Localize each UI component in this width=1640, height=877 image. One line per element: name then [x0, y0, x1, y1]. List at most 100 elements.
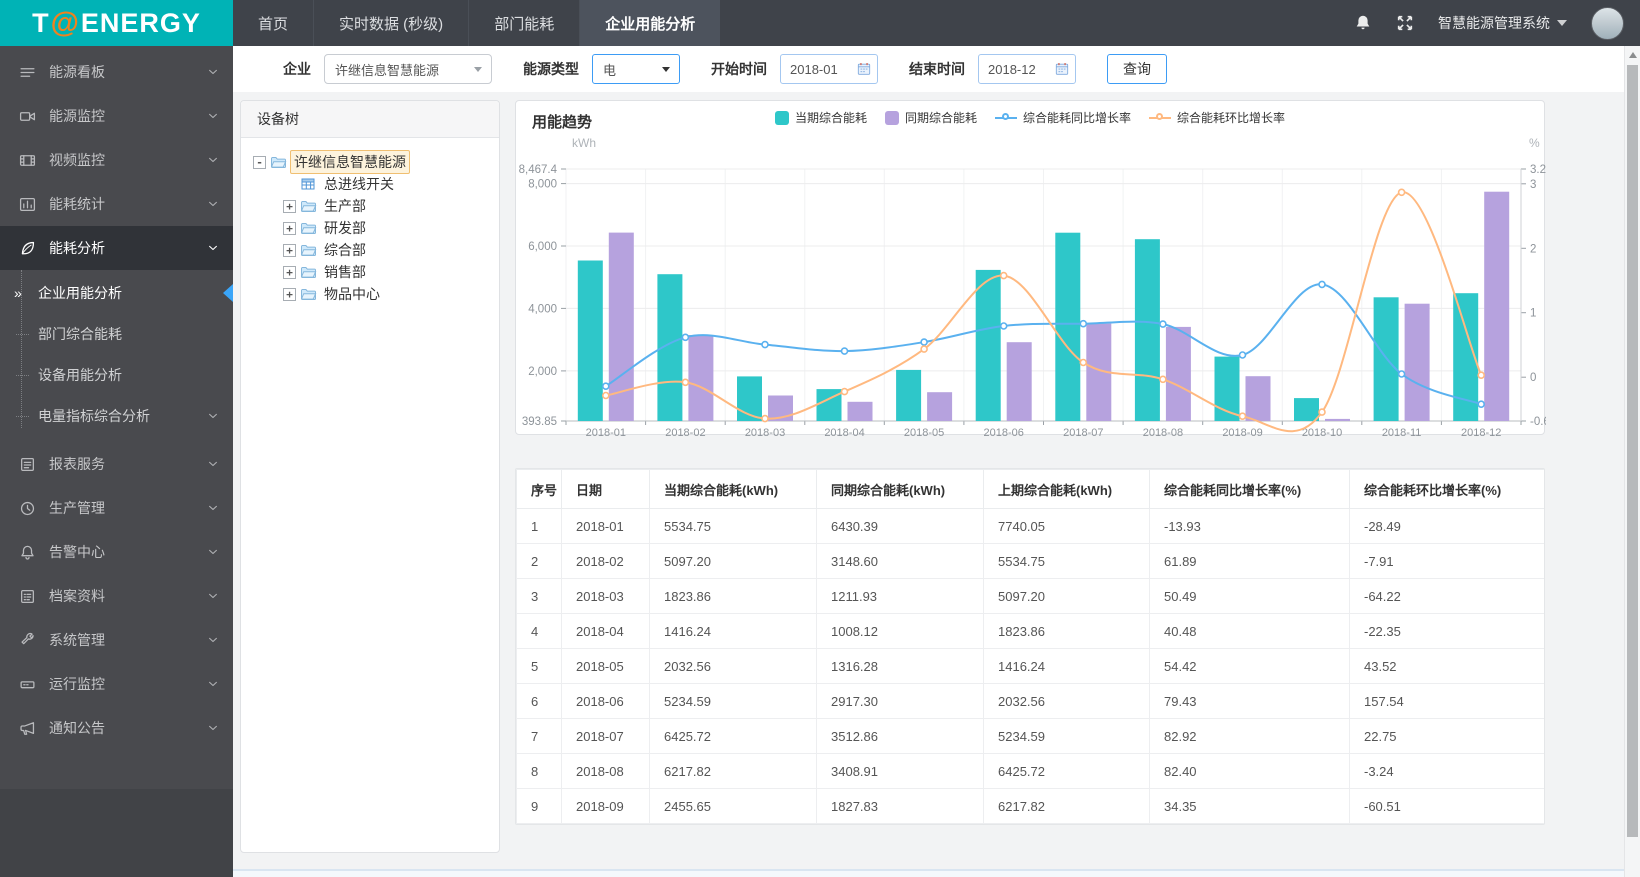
nav-tab-2[interactable]: 实时数据 (秒级)	[313, 0, 468, 46]
table-cell: 34.35	[1149, 788, 1350, 824]
table-cell: 1211.93	[816, 578, 984, 614]
energy-type-select[interactable]: 电	[592, 54, 680, 84]
nav-tab-4[interactable]: 企业用能分析	[579, 0, 721, 46]
table-cell: 6425.72	[983, 753, 1150, 789]
sidebar-item-label: 运行监控	[49, 676, 105, 692]
sidebar-subitem-1[interactable]: » 企业用能分析	[0, 272, 233, 313]
sidebar-item-9[interactable]: 档案资料	[0, 574, 233, 618]
device-tree: - 许继信息智慧能源 总进线开关 + 生产部 + 研发部 + 综合部 + 销售部 + 物品中心	[241, 138, 499, 318]
table-cell: 2018-04	[561, 613, 650, 649]
legend-item-2[interactable]: 同期综合能耗	[884, 109, 977, 126]
legend-item-1[interactable]: 当期综合能耗	[774, 109, 867, 126]
sidebar-item-4[interactable]: 能耗统计	[0, 182, 233, 226]
sidebar-subitem-3[interactable]: 设备用能分析	[0, 354, 233, 395]
nav-tab-1[interactable]: 首页	[233, 0, 313, 46]
tree-node-4[interactable]: + 研发部	[249, 217, 491, 239]
sidebar-item-6[interactable]: 报表服务	[0, 442, 233, 486]
sidebar-item-label: 报表服务	[49, 456, 105, 472]
folder-icon	[301, 289, 317, 300]
fullscreen-icon[interactable]	[1396, 14, 1414, 32]
svg-text:2018-08: 2018-08	[1143, 427, 1183, 436]
table-cell: 2455.65	[649, 788, 817, 824]
legend-item-4[interactable]: 综合能耗环比增长率	[1149, 109, 1285, 126]
sidebar-item-8[interactable]: 告警中心	[0, 530, 233, 574]
sidebar-item-1[interactable]: 能源看板	[0, 50, 233, 94]
svg-text:8,467.4: 8,467.4	[519, 164, 558, 176]
horizontal-scrollbar-strip[interactable]	[233, 869, 1624, 877]
svg-text:6,000: 6,000	[528, 241, 557, 253]
sidebar-item-label: 档案资料	[49, 588, 105, 604]
sidebar-item-label: 系统管理	[49, 632, 105, 648]
table-cell: 5097.20	[983, 578, 1150, 614]
table-cell: 50.49	[1149, 578, 1350, 614]
tree-node-6[interactable]: + 销售部	[249, 261, 491, 283]
device-tree-header: 设备树	[241, 101, 499, 138]
table-cell: 5234.59	[649, 683, 817, 719]
collapse-toggle-icon[interactable]: -	[253, 155, 266, 169]
expand-toggle-icon[interactable]: +	[283, 265, 296, 279]
svg-text:4,000: 4,000	[528, 303, 557, 315]
sidebar-item-3[interactable]: 视频监控	[0, 138, 233, 182]
tree-node-3[interactable]: + 生产部	[249, 195, 491, 217]
table-cell: 7	[516, 718, 562, 754]
app-logo[interactable]: T @ ENERGY	[0, 0, 233, 46]
legend-item-3[interactable]: 综合能耗同比增长率	[995, 109, 1131, 126]
company-select-value: 许继信息智慧能源	[335, 62, 440, 78]
sidebar-subitem-4[interactable]: 电量指标综合分析	[0, 395, 233, 436]
scroll-up-button[interactable]	[1625, 46, 1640, 63]
folder-icon	[271, 157, 287, 168]
sidebar-menu: 能源看板 能源监控 视频监控 能耗统计 能耗分析 » 企业用能分析 部门综合能耗 设备用能分析电…	[0, 46, 233, 877]
sidebar-item-10[interactable]: 系统管理	[0, 618, 233, 662]
tree-node-1[interactable]: - 许继信息智慧能源	[249, 150, 491, 174]
table-cell: 1416.24	[649, 613, 817, 649]
tree-node-5[interactable]: + 综合部	[249, 239, 491, 261]
sidebar-item-11[interactable]: 运行监控	[0, 662, 233, 706]
table-row: 1 2018-01 5534.75 6430.39 7740.05 -13.93 -28.4…	[516, 508, 1544, 544]
table-body: 1 2018-01 5534.75 6430.39 7740.05 -13.93 -28.4…	[516, 508, 1544, 824]
tree-node-2[interactable]: 总进线开关	[249, 173, 491, 195]
notification-bell-icon[interactable]	[1354, 14, 1372, 32]
table-col-header-5: 上期综合能耗(kWh)	[983, 469, 1150, 509]
chevron-down-icon	[1557, 20, 1567, 26]
expand-toggle-icon[interactable]: +	[283, 243, 296, 257]
svg-text:2018-02: 2018-02	[665, 427, 705, 436]
user-avatar[interactable]	[1591, 6, 1624, 40]
legend-label: 同期综合能耗	[904, 111, 977, 125]
start-date-input[interactable]: 2018-01	[780, 54, 878, 84]
table-cell: 2018-08	[561, 753, 650, 789]
company-select[interactable]: 许继信息智慧能源	[324, 54, 492, 84]
tree-node-label: 物品中心	[324, 286, 380, 302]
query-button[interactable]: 查询	[1107, 54, 1167, 84]
sidebar-item-5[interactable]: 能耗分析	[0, 226, 233, 270]
filter-bar: 企业 许继信息智慧能源 能源类型 电 开始时间 2018-01 结束时间 201…	[233, 46, 1624, 92]
tree-stub	[16, 374, 29, 376]
camera-icon	[19, 111, 36, 121]
table-col-header-7: 综合能耗环比增长率(%)	[1349, 469, 1544, 509]
end-date-input[interactable]: 2018-12	[978, 54, 1076, 84]
expand-toggle-icon[interactable]: +	[283, 287, 296, 301]
sidebar-item-2[interactable]: 能源监控	[0, 94, 233, 138]
expand-toggle-icon[interactable]: +	[283, 199, 296, 213]
expand-toggle-icon[interactable]: +	[283, 221, 296, 235]
header-right-tools: 智慧能源管理系统	[1354, 0, 1640, 46]
system-name-menu[interactable]: 智慧能源管理系统	[1438, 13, 1567, 33]
table-cell: 9	[516, 788, 562, 824]
svg-text:2018-07: 2018-07	[1063, 427, 1103, 436]
sidebar-item-7[interactable]: 生产管理	[0, 486, 233, 530]
stats-icon	[19, 197, 36, 211]
vertical-scrollbar[interactable]	[1624, 46, 1640, 877]
table-cell: 3408.91	[816, 753, 984, 789]
table-cell: 6217.82	[983, 788, 1150, 824]
table-cell: -7.91	[1349, 543, 1544, 579]
nav-tab-3[interactable]: 部门能耗	[468, 0, 579, 46]
sidebar-subitem-2[interactable]: 部门综合能耗	[0, 313, 233, 354]
chevron-icon	[209, 637, 217, 643]
chevron-icon	[209, 201, 217, 207]
table-cell: 40.48	[1149, 613, 1350, 649]
table-cell: 3512.86	[816, 718, 984, 754]
sidebar-item-12[interactable]: 通知公告	[0, 706, 233, 750]
table-cell: 5097.20	[649, 543, 817, 579]
tree-node-7[interactable]: + 物品中心	[249, 283, 491, 305]
end-date-value: 2018-12	[988, 61, 1036, 77]
scrollbar-thumb[interactable]	[1627, 65, 1638, 837]
